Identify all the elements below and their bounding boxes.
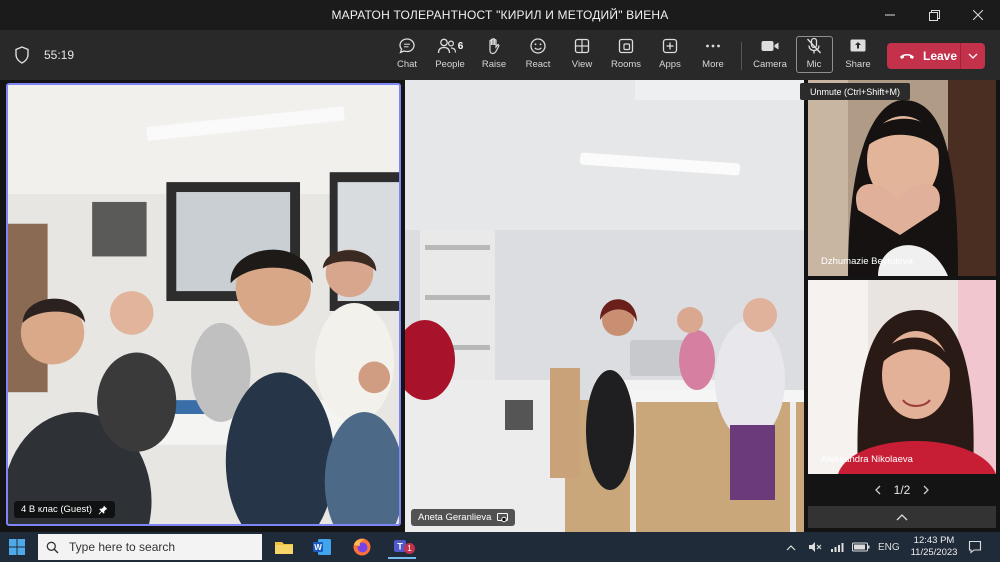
speaker-muted-icon[interactable] — [808, 541, 822, 553]
apps-button[interactable]: Apps — [648, 36, 692, 76]
minimize-icon[interactable] — [868, 0, 912, 30]
firefox-icon[interactable] — [350, 535, 374, 559]
hand-icon — [484, 36, 504, 56]
window-title: МАРАТОН ТОЛЕРАНТНОСТ "КИРИЛ И МЕТОДИЙ" В… — [331, 8, 669, 22]
more-button[interactable]: More — [691, 36, 735, 76]
close-icon[interactable] — [956, 0, 1000, 30]
battery-icon[interactable] — [852, 542, 870, 552]
people-button[interactable]: 6 People — [428, 36, 472, 76]
participant-name-tag: 4 В клас (Guest) — [14, 501, 116, 518]
raise-hand-button[interactable]: Raise — [472, 36, 516, 76]
clock-date: 11/25/2023 — [910, 547, 958, 558]
mic-tooltip: Unmute (Ctrl+Shift+M) — [800, 83, 910, 100]
taskbar-search-box[interactable]: Type here to search — [38, 534, 262, 560]
smiley-icon — [528, 36, 548, 56]
title-bar: МАРАТОН ТОЛЕРАНТНОСТ "КИРИЛ И МЕТОДИЙ" В… — [0, 0, 1000, 30]
chat-icon — [397, 36, 417, 56]
windows-taskbar: Type here to search W T 1 ENG 12:43 PM 1… — [0, 532, 1000, 562]
people-icon — [437, 38, 456, 54]
word-icon[interactable]: W — [310, 535, 334, 559]
video-tile-guest-class[interactable]: 4 В клас (Guest) — [6, 83, 401, 526]
video-camera-icon — [760, 36, 780, 56]
rooms-button[interactable]: Rooms — [604, 36, 648, 76]
shield-icon — [15, 46, 29, 64]
more-dots-icon — [703, 36, 723, 56]
toolbar-separator — [741, 42, 742, 70]
network-icon[interactable] — [830, 541, 844, 553]
participant-video-feed-4 — [808, 280, 996, 474]
svg-text:W: W — [314, 543, 322, 552]
video-tile-dzhumazie-beytulova[interactable]: Dzhumazie Beytulova — [808, 80, 996, 276]
chat-button[interactable]: Chat — [385, 36, 429, 76]
page-indicator: 1/2 — [893, 483, 911, 497]
leave-button[interactable]: Leave — [887, 43, 985, 69]
participant-name-tag: Aleksandra Nikolaeva — [821, 454, 913, 465]
screen-share-indicator-icon — [497, 512, 509, 522]
windows-start-icon[interactable] — [8, 538, 26, 556]
classroom-video-feed-2 — [405, 80, 804, 532]
restore-icon[interactable] — [912, 0, 956, 30]
teams-meeting-window: МАРАТОН ТОЛЕРАНТНОСТ "КИРИЛ И МЕТОДИЙ" В… — [0, 0, 1000, 562]
notifications-icon[interactable] — [968, 540, 982, 554]
people-count: 6 — [457, 40, 464, 52]
clock-time: 12:43 PM — [913, 535, 955, 546]
teams-notification-badge: 1 — [404, 543, 415, 554]
teams-taskbar-icon[interactable]: T 1 — [388, 535, 416, 559]
chevron-right-icon[interactable] — [922, 485, 930, 495]
search-placeholder: Type here to search — [69, 540, 176, 554]
classroom-video-feed — [8, 85, 399, 524]
participant-name-tag: Dzhumazie Beytulova — [821, 256, 913, 267]
video-tile-aneta-geranlieva[interactable]: Aneta Geranlieva — [405, 80, 804, 532]
view-button[interactable]: View — [560, 36, 604, 76]
share-button[interactable]: Share — [836, 36, 880, 76]
rooms-icon — [616, 36, 636, 56]
leave-label: Leave — [923, 49, 958, 63]
react-button[interactable]: React — [516, 36, 560, 76]
pin-icon — [98, 505, 108, 514]
gallery-pager: 1/2 — [808, 478, 996, 502]
meeting-timer: 55:19 — [44, 48, 75, 62]
tray-overflow-chevron-icon[interactable] — [786, 544, 796, 551]
share-screen-icon — [848, 36, 868, 56]
leave-options-chevron-icon[interactable] — [961, 53, 985, 59]
svg-text:T: T — [397, 542, 403, 552]
collapse-gallery-button[interactable] — [808, 506, 996, 528]
meeting-toolbar: 55:19 Chat 6 People Raise React View Roo… — [0, 30, 1000, 80]
chevron-left-icon[interactable] — [874, 485, 882, 495]
mic-button[interactable]: Mic — [792, 36, 836, 76]
chevron-up-icon — [896, 513, 908, 520]
participant-video-feed-3 — [808, 80, 996, 276]
phone-hangup-icon — [900, 54, 914, 59]
file-explorer-icon[interactable] — [272, 535, 296, 559]
participant-name-tag: Aneta Geranlieva — [411, 509, 516, 526]
mic-off-icon — [804, 36, 824, 56]
search-icon — [46, 541, 59, 553]
input-language[interactable]: ENG — [878, 542, 900, 553]
video-tile-aleksandra-nikolaeva[interactable]: Aleksandra Nikolaeva — [808, 280, 996, 474]
camera-button[interactable]: Camera — [748, 36, 792, 76]
video-stage: 4 В клас (Guest) Aneta Geranlieva Dzhuma… — [0, 80, 1000, 532]
plus-box-icon — [660, 36, 680, 56]
system-tray: ENG — [786, 532, 900, 562]
taskbar-clock[interactable]: 12:43 PM 11/25/2023 — [906, 535, 962, 559]
grid-view-icon — [572, 36, 592, 56]
